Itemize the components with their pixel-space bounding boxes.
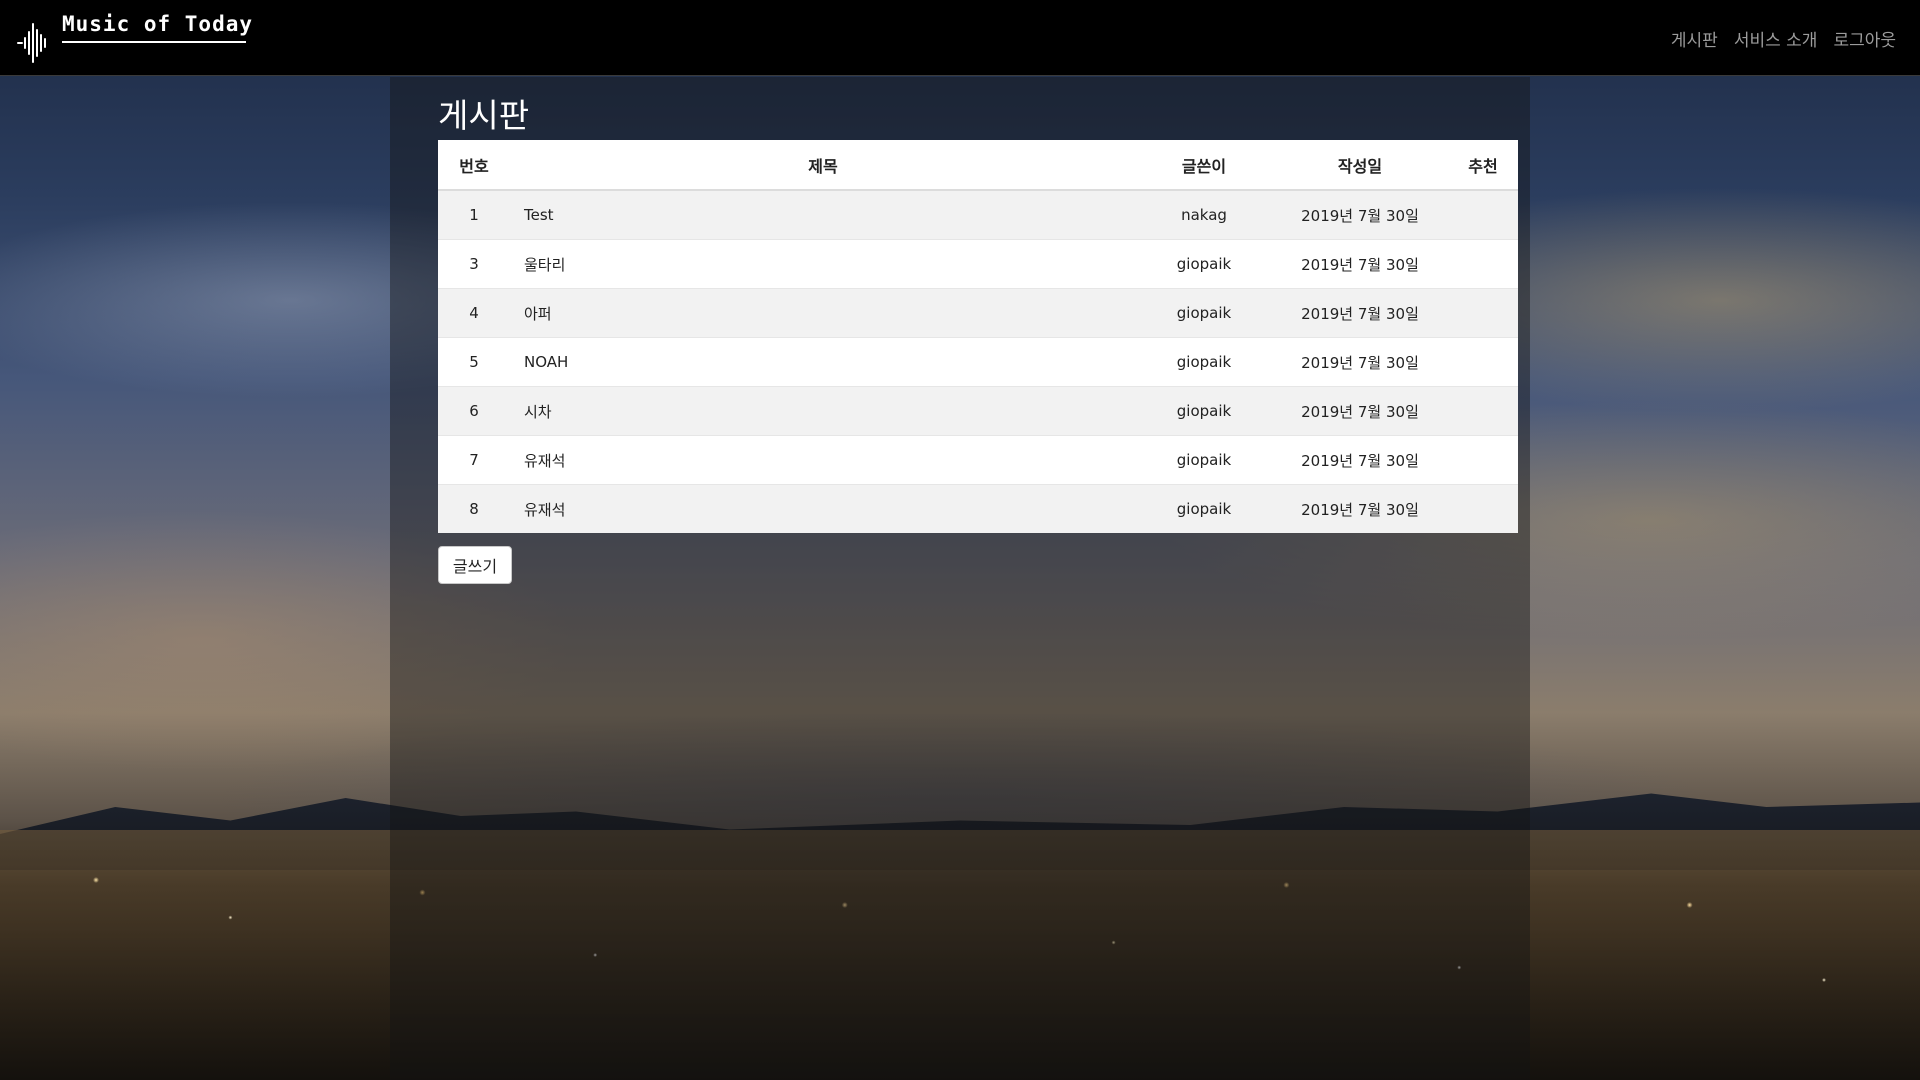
post-number: 5: [438, 337, 510, 387]
post-recommend: [1448, 288, 1518, 338]
table-header-row: 번호 제목 글쓴이 작성일 추천: [438, 140, 1518, 191]
column-header-writer: 글쓴이: [1136, 140, 1272, 191]
post-number: 7: [438, 435, 510, 485]
post-writer: giopaik: [1136, 484, 1272, 533]
column-header-title: 제목: [510, 140, 1136, 191]
nav-logout-link[interactable]: 로그아웃: [1833, 26, 1896, 51]
nav-service-intro-link[interactable]: 서비스 소개: [1734, 26, 1818, 51]
post-date: 2019년 7월 30일: [1272, 288, 1448, 338]
site-logo[interactable]: Music of Today: [16, 8, 252, 66]
post-title-link[interactable]: Test: [510, 189, 1136, 240]
top-navbar: Music of Today 게시판 서비스 소개 로그아웃: [0, 0, 1920, 76]
post-writer: giopaik: [1136, 386, 1272, 436]
post-recommend: [1448, 386, 1518, 436]
post-number: 6: [438, 386, 510, 436]
table-row[interactable]: 3 울타리 giopaik 2019년 7월 30일: [438, 239, 1518, 289]
post-title-link[interactable]: 유재석: [510, 484, 1136, 533]
post-number: 3: [438, 239, 510, 289]
post-writer: giopaik: [1136, 435, 1272, 485]
post-recommend: [1448, 484, 1518, 533]
post-recommend: [1448, 189, 1518, 240]
logo-underline: [62, 41, 246, 43]
table-row[interactable]: 1 Test nakag 2019년 7월 30일: [438, 189, 1518, 240]
post-title-link[interactable]: 아퍼: [510, 288, 1136, 338]
write-post-button[interactable]: 글쓰기: [438, 546, 512, 584]
post-title-link[interactable]: 유재석: [510, 435, 1136, 485]
post-writer: giopaik: [1136, 239, 1272, 289]
board-panel: 게시판 번호 제목 글쓴이 작성일 추천 1 Test nakag 2019년 …: [390, 77, 1530, 1080]
table-row[interactable]: 5 NOAH giopaik 2019년 7월 30일: [438, 337, 1518, 387]
post-number: 4: [438, 288, 510, 338]
sound-wave-icon: [17, 23, 46, 63]
column-header-number: 번호: [438, 140, 510, 191]
post-date: 2019년 7월 30일: [1272, 239, 1448, 289]
post-title-link[interactable]: NOAH: [510, 337, 1136, 387]
page-title: 게시판: [438, 96, 530, 135]
post-number: 8: [438, 484, 510, 533]
post-number: 1: [438, 189, 510, 240]
post-date: 2019년 7월 30일: [1272, 337, 1448, 387]
post-title-link[interactable]: 울타리: [510, 239, 1136, 289]
table-row[interactable]: 6 시차 giopaik 2019년 7월 30일: [438, 386, 1518, 436]
post-recommend: [1448, 239, 1518, 289]
column-header-recommend: 추천: [1448, 140, 1518, 191]
column-header-date: 작성일: [1272, 140, 1448, 191]
post-date: 2019년 7월 30일: [1272, 386, 1448, 436]
main-nav: 게시판 서비스 소개 로그아웃: [1671, 26, 1896, 51]
post-date: 2019년 7월 30일: [1272, 435, 1448, 485]
post-date: 2019년 7월 30일: [1272, 189, 1448, 240]
post-writer: nakag: [1136, 189, 1272, 240]
logo-text: Music of Today: [62, 12, 254, 36]
post-date: 2019년 7월 30일: [1272, 484, 1448, 533]
post-writer: giopaik: [1136, 288, 1272, 338]
post-recommend: [1448, 337, 1518, 387]
post-writer: giopaik: [1136, 337, 1272, 387]
board-table: 번호 제목 글쓴이 작성일 추천 1 Test nakag 2019년 7월 3…: [438, 140, 1518, 533]
table-row[interactable]: 7 유재석 giopaik 2019년 7월 30일: [438, 435, 1518, 485]
table-row[interactable]: 8 유재석 giopaik 2019년 7월 30일: [438, 484, 1518, 533]
table-row[interactable]: 4 아퍼 giopaik 2019년 7월 30일: [438, 288, 1518, 338]
post-title-link[interactable]: 시차: [510, 386, 1136, 436]
post-recommend: [1448, 435, 1518, 485]
nav-board-link[interactable]: 게시판: [1671, 26, 1718, 51]
